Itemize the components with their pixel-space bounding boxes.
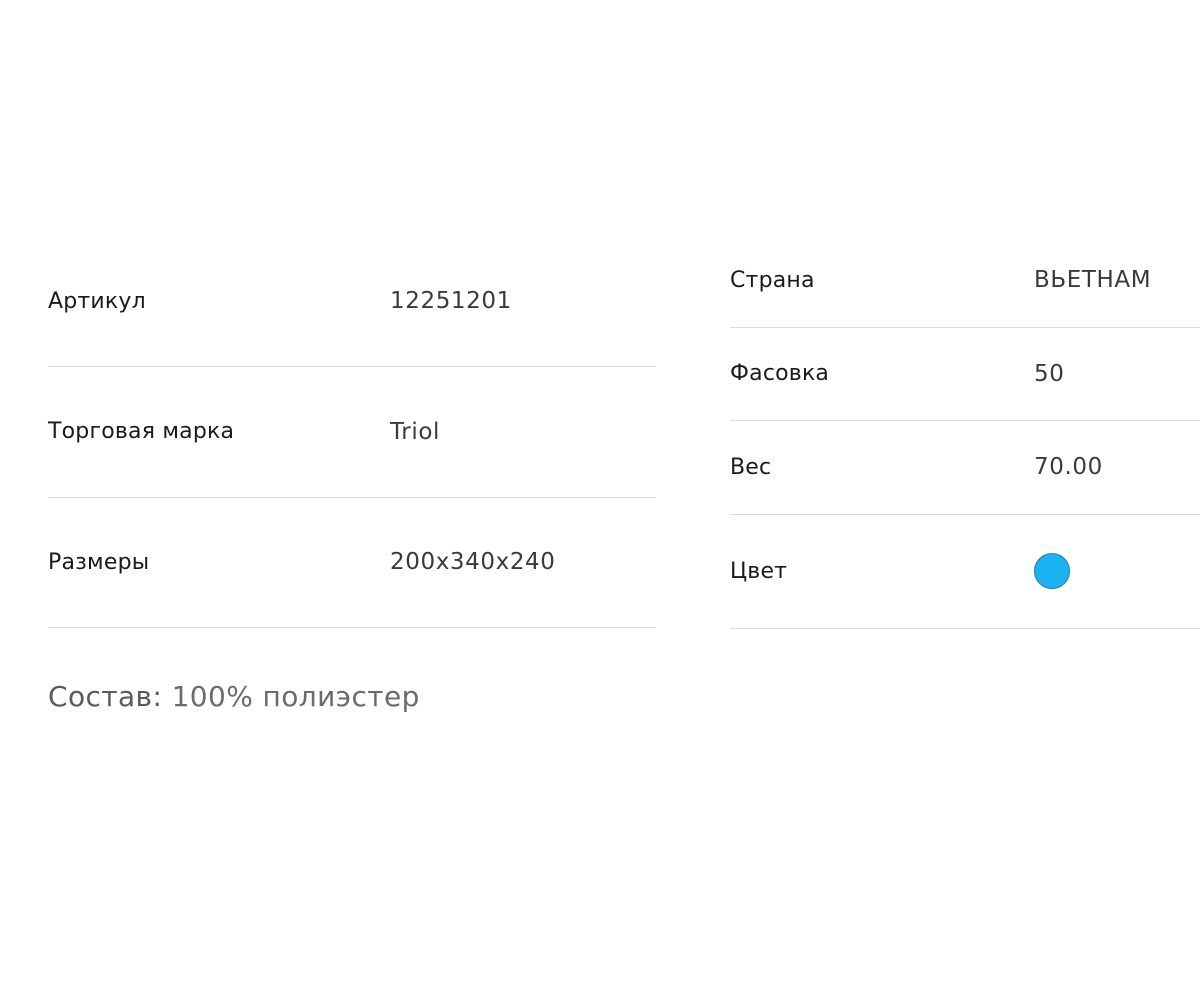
spec-label: Цвет xyxy=(730,558,788,584)
spec-value: 70.00 xyxy=(1034,454,1103,481)
spec-row-article: Артикул 12251201 xyxy=(48,236,656,367)
spec-row-brand: Торговая марка Triol xyxy=(48,367,656,498)
spec-row-weight: Вес 70.00 xyxy=(730,421,1200,515)
spec-label: Страна xyxy=(730,267,815,293)
spec-value: Triol xyxy=(390,418,440,445)
spec-value: 200x340x240 xyxy=(390,549,556,576)
spec-label: Торговая марка xyxy=(48,419,235,445)
spec-label: Фасовка xyxy=(730,361,830,387)
spec-value: 12251201 xyxy=(390,288,512,314)
spec-row-country: Страна ВЬЕТНАМ xyxy=(730,234,1200,328)
spec-value: ВЬЕТНАМ xyxy=(1034,267,1152,294)
spec-label: Размеры xyxy=(48,549,150,575)
specs-table-left: Артикул 12251201 Торговая марка Triol Ра… xyxy=(48,236,656,628)
composition-text: Состав: 100% полиэстер xyxy=(48,680,420,713)
spec-row-package: Фасовка 50 xyxy=(730,328,1200,421)
composition-label: Состав: xyxy=(48,680,163,713)
spec-row-dimensions: Размеры 200x340x240 xyxy=(48,498,656,628)
specs-table-right: Страна ВЬЕТНАМ Фасовка 50 Вес 70.00 Цвет xyxy=(730,234,1200,629)
spec-label: Артикул xyxy=(48,288,146,314)
spec-row-color: Цвет xyxy=(730,515,1200,629)
composition-value: 100% полиэстер xyxy=(171,680,420,713)
spec-value: 50 xyxy=(1034,360,1065,387)
color-swatch xyxy=(1034,553,1070,589)
spec-label: Вес xyxy=(730,454,772,480)
